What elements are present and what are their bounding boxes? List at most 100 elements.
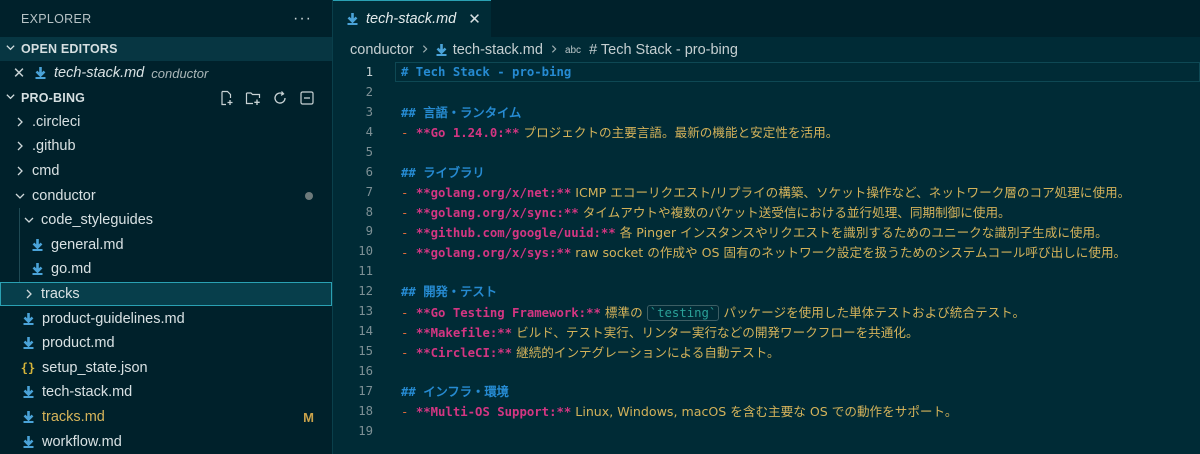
markdown-file-icon bbox=[347, 13, 358, 25]
open-editors-section[interactable]: OPEN EDITORS bbox=[0, 37, 332, 61]
editor-area: tech-stack.md ✕ conductor tech-stack.md … bbox=[333, 0, 1200, 454]
code-line[interactable]: 8 - **golang.org/x/sync:** タイムアウトや複数のパケット… bbox=[333, 202, 1200, 222]
code-line[interactable]: 11 bbox=[333, 261, 1200, 281]
tree-file-product-md[interactable]: product.md bbox=[0, 331, 332, 356]
markdown-heading: # Tech Stack - pro-bing bbox=[401, 64, 572, 79]
chevron-right-icon bbox=[549, 43, 559, 57]
bold-term: **golang.org/x/net:** bbox=[415, 186, 572, 201]
line-number: 5 bbox=[365, 144, 373, 159]
line-content: ## ライブラリ bbox=[401, 163, 485, 181]
string-symbol-icon: abc bbox=[564, 44, 582, 56]
line-content: - **github.com/google/uuid:** 各 Pinger イ… bbox=[401, 222, 1108, 241]
tree-file-tracks-md[interactable]: tracks.md M bbox=[0, 405, 332, 430]
new-folder-icon[interactable] bbox=[245, 90, 261, 106]
tree-item-label: tracks.md bbox=[42, 409, 105, 426]
markdown-heading: ## ライブラリ bbox=[401, 165, 485, 180]
code-line[interactable]: 3 ## 言語・ランタイム bbox=[333, 102, 1200, 122]
code-line[interactable]: 4 - **Go 1.24.0:** プロジェクトの主要言語。最新の機能と安定性を… bbox=[333, 122, 1200, 142]
tree-item-label: .github bbox=[32, 138, 76, 155]
breadcrumb-symbol[interactable]: # Tech Stack - pro-bing bbox=[589, 42, 738, 58]
indent-guide bbox=[19, 232, 20, 258]
tree-item-label: setup_state.json bbox=[42, 359, 148, 376]
tree-file-setup-state-json[interactable]: {} setup_state.json bbox=[0, 356, 332, 381]
tree-item-label: tracks bbox=[41, 286, 80, 303]
line-number: 17 bbox=[358, 383, 373, 398]
chevron-down-icon bbox=[0, 91, 21, 105]
line-number: 9 bbox=[365, 224, 373, 239]
more-actions-icon[interactable]: ··· bbox=[293, 10, 312, 28]
code-line[interactable]: 17 ## インフラ・環境 bbox=[333, 381, 1200, 401]
chevron-right-icon bbox=[12, 140, 28, 152]
code-line[interactable]: 10 - **golang.org/x/sys:** raw socket の作成… bbox=[333, 241, 1200, 261]
code-line[interactable]: 13 - **Go Testing Framework:** 標準の `testi… bbox=[333, 301, 1200, 321]
tree-item-label: go.md bbox=[51, 261, 92, 278]
markdown-heading: ## 開発・テスト bbox=[401, 285, 497, 300]
breadcrumb-folder[interactable]: conductor bbox=[350, 42, 414, 58]
markdown-file-icon bbox=[20, 386, 36, 399]
plain-text: 各 Pinger インスタンスやリクエストを識別するためのユニークな識別子生成に… bbox=[615, 224, 1108, 240]
code-line[interactable]: 6 ## ライブラリ bbox=[333, 162, 1200, 182]
code-line[interactable]: 7 - **golang.org/x/net:** ICMP エコーリクエスト/リ… bbox=[333, 182, 1200, 202]
chevron-down-icon bbox=[0, 42, 21, 56]
bold-term: **Go 1.24.0:** bbox=[415, 126, 520, 141]
tree-item-label: tech-stack.md bbox=[42, 384, 133, 401]
tree-file-general-md[interactable]: general.md bbox=[0, 232, 332, 258]
refresh-icon[interactable] bbox=[272, 90, 288, 106]
tree-file-tech-stack-md[interactable]: tech-stack.md bbox=[0, 380, 332, 405]
code-editor[interactable]: 1 # Tech Stack - pro-bing 2 3 ## 言語・ランタイム 4 - … bbox=[333, 62, 1200, 441]
line-number: 16 bbox=[358, 364, 373, 379]
plain-text: タイムアウトや複数のパケット送受信における並行処理、同期制御に使用。 bbox=[578, 205, 1011, 221]
line-content: - **Go 1.24.0:** プロジェクトの主要言語。最新の機能と安定性を活… bbox=[401, 122, 838, 141]
tree-item-label: .circleci bbox=[32, 113, 81, 130]
plain-text: プロジェクトの主要言語。最新の機能と安定性を活用。 bbox=[519, 125, 839, 141]
line-content: ## インフラ・環境 bbox=[401, 382, 509, 400]
line-number: 7 bbox=[365, 184, 373, 199]
tree-folder-code-styleguides[interactable]: code_styleguides bbox=[0, 207, 332, 233]
code-line[interactable]: 16 bbox=[333, 361, 1200, 381]
project-section[interactable]: PRO-BING bbox=[0, 86, 332, 110]
line-number: 1 bbox=[365, 64, 373, 79]
close-icon[interactable]: ✕ bbox=[468, 10, 481, 28]
markdown-file-icon bbox=[20, 337, 36, 350]
tree-folder-tracks[interactable]: tracks bbox=[0, 281, 332, 307]
code-line[interactable]: 9 - **github.com/google/uuid:** 各 Pinger … bbox=[333, 222, 1200, 242]
indent-guide bbox=[19, 257, 20, 282]
plain-text: ICMP エコーリクエスト/リプライの構築、ソケット操作など、ネットワーク層のコ… bbox=[571, 185, 1131, 201]
explorer-title: EXPLORER bbox=[21, 11, 92, 26]
line-number: 14 bbox=[358, 324, 373, 339]
line-content: - **golang.org/x/sys:** raw socket の作成や … bbox=[401, 242, 1126, 261]
chevron-right-icon bbox=[12, 165, 28, 177]
list-marker: - bbox=[401, 206, 416, 221]
code-line[interactable]: 5 bbox=[333, 142, 1200, 162]
tree-folder-circleci[interactable]: .circleci bbox=[0, 110, 332, 135]
open-editor-item[interactable]: ✕ tech-stack.md conductor bbox=[0, 61, 332, 86]
code-line[interactable]: 15 - **CircleCI:** 継続的インテグレーションによる自動テスト。 bbox=[333, 341, 1200, 361]
code-line[interactable]: 1 # Tech Stack - pro-bing bbox=[333, 62, 1200, 82]
code-line[interactable]: 18 - **Multi-OS Support:** Linux, Windows… bbox=[333, 401, 1200, 421]
code-line[interactable]: 14 - **Makefile:** ビルド、テスト実行、リンター実行などの開発ワ… bbox=[333, 321, 1200, 341]
code-line[interactable]: 2 bbox=[333, 82, 1200, 102]
tree-file-workflow-md[interactable]: workflow.md bbox=[0, 429, 332, 454]
tree-item-label: workflow.md bbox=[42, 433, 122, 450]
plain-text: raw socket の作成や OS 固有のネットワーク設定を扱うためのシステム… bbox=[571, 244, 1127, 260]
tree-folder-conductor[interactable]: conductor bbox=[0, 183, 332, 208]
tree-file-product-guidelines-md[interactable]: product-guidelines.md bbox=[0, 306, 332, 331]
code-line[interactable]: 12 ## 開発・テスト bbox=[333, 281, 1200, 301]
chevron-down-icon bbox=[12, 190, 28, 202]
tree-folder-cmd[interactable]: cmd bbox=[0, 159, 332, 184]
line-number: 15 bbox=[358, 344, 373, 359]
close-icon[interactable]: ✕ bbox=[12, 64, 26, 82]
bold-term: **golang.org/x/sys:** bbox=[415, 245, 572, 260]
tab-tech-stack[interactable]: tech-stack.md ✕ bbox=[333, 0, 491, 37]
plain-text: 標準の bbox=[600, 304, 647, 320]
inline-code: `testing` bbox=[646, 304, 720, 321]
tree-folder-github[interactable]: .github bbox=[0, 134, 332, 159]
tree-file-go-md[interactable]: go.md bbox=[0, 257, 332, 282]
tab-label: tech-stack.md bbox=[366, 11, 457, 27]
breadcrumb: conductor tech-stack.md abc # Tech Stack… bbox=[333, 37, 1200, 63]
new-file-icon[interactable] bbox=[218, 90, 234, 106]
breadcrumb-file[interactable]: tech-stack.md bbox=[453, 42, 543, 58]
code-line[interactable]: 19 bbox=[333, 421, 1200, 441]
collapse-all-icon[interactable] bbox=[299, 90, 315, 106]
chevron-right-icon bbox=[12, 116, 28, 128]
